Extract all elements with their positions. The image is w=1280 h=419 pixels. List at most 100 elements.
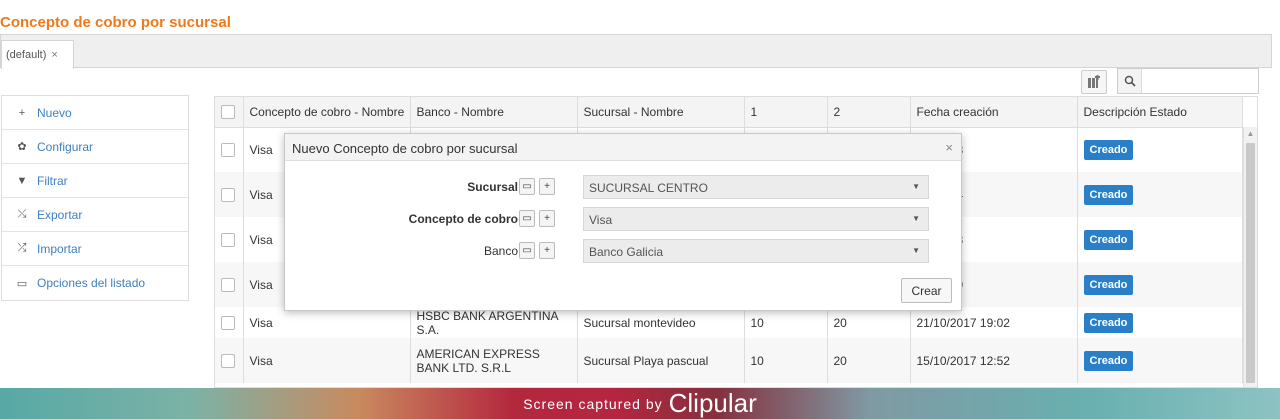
row-checkbox[interactable]	[221, 315, 235, 330]
row-checkbox[interactable]	[221, 232, 235, 247]
status-badge: Creado	[1083, 274, 1134, 295]
status-badge: Creado	[1083, 350, 1134, 371]
lookup-icon[interactable]: ▭	[519, 242, 535, 259]
add-icon[interactable]: +	[539, 242, 555, 259]
sidebar-item-label: Opciones del listado	[37, 276, 146, 290]
cell-col1: 10	[744, 307, 828, 338]
cell-estado: Creado	[1077, 127, 1243, 172]
cell-col2: 20	[827, 307, 911, 338]
row-checkbox-cell	[215, 127, 244, 172]
columns-icon	[1088, 75, 1100, 88]
dialog-header: Nuevo Concepto de cobro por sucursal ×	[285, 134, 961, 161]
table-row[interactable]: Visa AMERICAN EXPRESS BANK LTD. S.R.L Su…	[215, 338, 1243, 383]
plus-icon: +	[18, 106, 26, 119]
cell-estado: Creado	[1077, 217, 1243, 262]
sidebar-item-label: Configurar	[37, 139, 94, 154]
cell-col2: 20	[827, 338, 911, 383]
cell-fecha: 15/10/2017 12:52	[910, 338, 1078, 383]
field-concepto: Concepto de cobro ▭ + Visa ▼	[285, 207, 963, 231]
row-checkbox[interactable]	[221, 353, 235, 368]
status-badge: Creado	[1083, 139, 1134, 160]
row-checkbox-cell	[215, 338, 244, 383]
cell-estado: Creado	[1077, 307, 1243, 338]
sidebar-item-importar[interactable]: ⤮ Importar	[2, 232, 188, 266]
sidebar-item-label: Importar	[37, 241, 82, 256]
row-checkbox-cell	[215, 217, 244, 262]
dialog-title: Nuevo Concepto de cobro por sucursal	[292, 141, 518, 156]
sidebar-item-label: Exportar	[37, 207, 83, 222]
close-icon[interactable]: ×	[945, 140, 953, 155]
row-checkbox-cell	[215, 172, 244, 217]
watermark-text: Screen captured by	[523, 395, 663, 412]
sidebar: + Nuevo ✿ Configurar ▼ Filtrar ⤯ Exporta…	[1, 95, 189, 301]
select-value: Visa	[589, 213, 613, 227]
cell-fecha: 21/10/2017 19:02	[910, 307, 1078, 338]
capture-watermark-bar: Screen captured by Clipular	[0, 388, 1280, 419]
tab-label: (default)	[6, 49, 47, 61]
sidebar-item-label: Filtrar	[37, 173, 68, 188]
scroll-thumb[interactable]	[1246, 143, 1255, 383]
column-header[interactable]: Concepto de cobro - Nombre	[243, 97, 411, 128]
cell-sucursal: Sucursal Playa pascual	[577, 338, 745, 383]
select-all-cell	[215, 97, 244, 128]
cell-col1: 10	[744, 338, 828, 383]
lookup-icon[interactable]: ▭	[519, 210, 535, 227]
sidebar-item-opciones[interactable]: ▭ Opciones del listado	[2, 266, 188, 300]
filter-icon: ▼	[16, 174, 28, 187]
concepto-select[interactable]: Visa ▼	[583, 207, 929, 231]
add-icon[interactable]: +	[539, 210, 555, 227]
row-checkbox-cell	[215, 307, 244, 338]
field-banco: Banco ▭ + Banco Galicia ▼	[285, 239, 963, 263]
create-button[interactable]: Crear	[901, 278, 952, 303]
select-value: Banco Galicia	[589, 245, 664, 259]
sidebar-item-label: Nuevo	[37, 105, 72, 120]
search-input[interactable]	[1144, 71, 1256, 91]
watermark-brand: Clipular	[668, 388, 757, 418]
cell-estado: Creado	[1077, 172, 1243, 217]
print-icon: ▭	[16, 277, 28, 290]
select-all-checkbox[interactable]	[221, 105, 235, 120]
sidebar-item-exportar[interactable]: ⤯ Exportar	[2, 198, 188, 232]
cell-sucursal: Sucursal montevideo	[577, 307, 745, 338]
search-icon[interactable]	[1118, 69, 1142, 93]
cell-concepto: Visa	[243, 307, 411, 338]
row-checkbox[interactable]	[221, 277, 235, 292]
row-checkbox-cell	[215, 262, 244, 307]
column-header[interactable]: 2	[827, 97, 911, 128]
scroll-up-icon[interactable]: ▲	[1244, 127, 1257, 141]
column-header[interactable]: Banco - Nombre	[410, 97, 578, 128]
column-header[interactable]: 1	[744, 97, 828, 128]
field-label: Sucursal	[467, 180, 518, 194]
row-checkbox[interactable]	[221, 187, 235, 202]
field-sucursal: Sucursal ▭ + SUCURSAL CENTRO ▼	[285, 175, 963, 199]
field-label: Banco	[483, 244, 518, 258]
vertical-scrollbar[interactable]: ▲	[1243, 127, 1257, 387]
import-icon: ⤮	[17, 242, 27, 254]
close-icon[interactable]: ×	[51, 49, 57, 61]
sidebar-item-nuevo[interactable]: + Nuevo	[2, 96, 188, 130]
status-badge: Creado	[1083, 229, 1134, 250]
column-header[interactable]: Fecha creación	[910, 97, 1078, 128]
sidebar-item-configurar[interactable]: ✿ Configurar	[2, 130, 188, 164]
toolbar-columns-button[interactable]	[1081, 70, 1107, 94]
column-header[interactable]: Descripción Estado	[1077, 97, 1243, 128]
cell-banco: HSBC BANK ARGENTINA S.A.	[410, 307, 578, 338]
gear-icon: ✿	[17, 141, 27, 153]
sucursal-select[interactable]: SUCURSAL CENTRO ▼	[583, 175, 929, 199]
cell-estado: Creado	[1077, 262, 1243, 307]
chevron-down-icon: ▼	[912, 246, 920, 255]
add-icon[interactable]: +	[539, 178, 555, 195]
table-row[interactable]: Visa HSBC BANK ARGENTINA S.A. Sucursal m…	[215, 307, 1243, 338]
status-badge: Creado	[1083, 312, 1134, 333]
status-badge: Creado	[1083, 184, 1134, 205]
sidebar-item-filtrar[interactable]: ▼ Filtrar	[2, 164, 188, 198]
tab-default[interactable]: (default) ×	[1, 40, 74, 69]
chevron-down-icon: ▼	[912, 214, 920, 223]
cell-estado: Creado	[1077, 338, 1243, 383]
chevron-down-icon: ▼	[912, 182, 920, 191]
row-checkbox[interactable]	[221, 143, 235, 158]
lookup-icon[interactable]: ▭	[519, 178, 535, 195]
select-value: SUCURSAL CENTRO	[589, 181, 708, 195]
column-header[interactable]: Sucursal - Nombre	[577, 97, 745, 128]
banco-select[interactable]: Banco Galicia ▼	[583, 239, 929, 263]
